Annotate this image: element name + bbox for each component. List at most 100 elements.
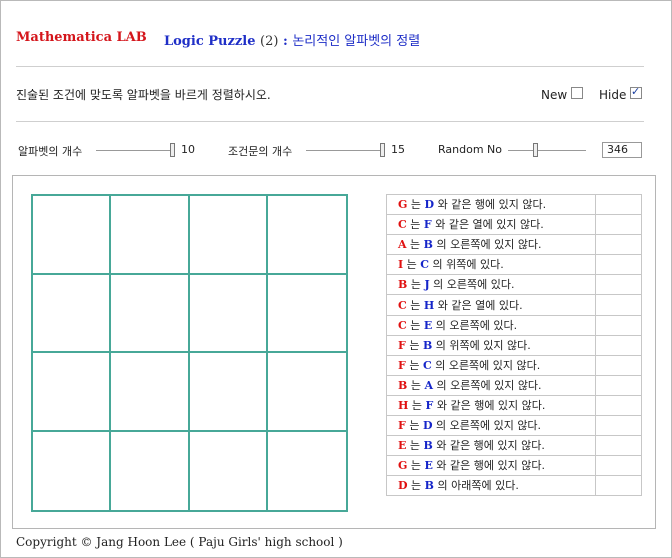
clue-connector: 는 [410, 218, 421, 232]
clue-row: F 는 B 의 위쪽에 있지 않다. [386, 334, 642, 356]
clue-check-cell [595, 334, 642, 356]
clue-object: D [424, 198, 435, 212]
grid-cell[interactable] [267, 353, 346, 432]
clue-text: A 는 B 의 오른쪽에 있지 않다. [386, 234, 596, 256]
divider [16, 121, 644, 122]
clue-check-cell [595, 415, 642, 437]
clue-check-cell [595, 214, 642, 236]
clue-object: B [424, 479, 434, 493]
clue-subject: G [398, 198, 408, 212]
instruction-text: 진술된 조건에 맞도록 알파벳을 바르게 정렬하시오. [16, 88, 271, 102]
random-no-label: Random No [438, 143, 502, 156]
new-checkbox[interactable] [571, 87, 583, 99]
clue-connector: 는 [410, 198, 422, 212]
clue-subject: G [398, 459, 408, 473]
brand-title: Mathematica LAB [16, 30, 147, 45]
clue-text: B 는 J 의 오른쪽에 있다. [386, 274, 596, 296]
clue-check-cell [595, 274, 642, 296]
clue-relation: 의 오른쪽에 있지 않다. [436, 378, 542, 392]
grid-cell[interactable] [189, 196, 268, 275]
clue-row: D 는 B 의 아래쪽에 있다. [386, 475, 642, 497]
clue-check-cell [595, 374, 642, 396]
clue-relation: 와 같은 열에 있지 않다. [435, 218, 544, 232]
clue-connector: 는 [410, 238, 421, 252]
clue-row: E 는 B 와 같은 행에 있지 않다. [386, 435, 642, 457]
grid-cell[interactable] [268, 432, 346, 511]
grid-cell[interactable] [111, 353, 190, 432]
clue-subject: F [398, 338, 406, 352]
clue-check-cell [595, 314, 642, 336]
clue-check-cell [595, 435, 642, 457]
clue-object: D [422, 419, 433, 433]
condition-count-slider-thumb[interactable] [380, 143, 385, 157]
clue-text: H 는 F 와 같은 행에 있지 않다. [386, 394, 596, 417]
random-no-slider-thumb[interactable] [533, 143, 538, 157]
clue-text: D 는 B 의 아래쪽에 있다. [386, 475, 596, 497]
clue-subject: F [398, 358, 406, 372]
clue-object: C [420, 258, 430, 272]
clue-object: E [424, 459, 433, 473]
grid-cell[interactable] [33, 353, 112, 432]
alphabet-count-slider-thumb[interactable] [170, 143, 175, 157]
clue-check-cell [595, 234, 642, 256]
puzzle-grid [31, 194, 348, 512]
clue-connector: 는 [411, 479, 422, 493]
clue-row: F 는 D 의 오른쪽에 있지 않다. [386, 415, 642, 437]
clue-relation: 와 같은 행에 있지 않다. [437, 198, 547, 212]
clue-subject: F [398, 419, 406, 433]
clue-subject: C [398, 298, 407, 312]
clue-object: C [422, 358, 432, 372]
clue-check-cell [595, 455, 642, 477]
divider [16, 66, 644, 67]
clue-connector: 는 [410, 298, 421, 312]
alphabet-count-value: 10 [181, 143, 195, 156]
clue-check-cell [595, 254, 642, 276]
clue-connector: 는 [410, 318, 421, 332]
clue-row: B 는 J 의 오른쪽에 있다. [386, 274, 642, 296]
grid-cell[interactable] [189, 353, 268, 432]
clue-row: B 는 A 의 오른쪽에 있지 않다. [386, 374, 642, 396]
grid-cell[interactable] [111, 196, 190, 275]
clue-check-cell [595, 354, 642, 376]
grid-cell[interactable] [267, 275, 346, 353]
clue-relation: 의 아래쪽에 있다. [437, 479, 519, 493]
clue-subject: A [398, 238, 407, 252]
grid-cell[interactable] [33, 274, 112, 353]
grid-cell[interactable] [33, 196, 112, 275]
random-no-slider-track[interactable] [508, 150, 586, 151]
clue-subject: H [398, 398, 409, 412]
clue-row: F 는 C 의 오른쪽에 있지 않다. [386, 354, 642, 376]
grid-cell[interactable] [267, 196, 346, 275]
clue-subject: E [398, 439, 407, 453]
clue-text: G 는 D 와 같은 행에 있지 않다. [386, 193, 596, 216]
clue-text: F 는 C 의 오른쪽에 있지 않다. [386, 354, 596, 376]
grid-cell[interactable] [189, 274, 268, 353]
clue-check-cell [595, 475, 642, 497]
grid-cell[interactable] [33, 431, 112, 510]
clue-object: F [423, 218, 432, 232]
condition-count-slider-track[interactable] [306, 150, 384, 151]
clue-text: F 는 B 의 위쪽에 있지 않다. [386, 334, 596, 356]
clue-text: C 는 F 와 같은 열에 있지 않다. [386, 214, 596, 236]
new-label: New [541, 88, 568, 102]
grid-cell[interactable] [111, 431, 190, 510]
clue-relation: 와 같은 열에 있다. [437, 298, 523, 312]
clue-table: G 는 D 와 같은 행에 있지 않다. C 는 F 와 같은 열에 있지 않다.… [386, 193, 642, 497]
clue-subject: D [398, 479, 408, 493]
clue-text: I 는 C 의 위쪽에 있다. [386, 254, 596, 276]
clue-subject: C [398, 218, 407, 232]
copyright-footer: Copyright © Jang Hoon Lee ( Paju Girls' … [16, 535, 343, 549]
clue-subject: B [398, 278, 408, 292]
condition-count-value: 15 [391, 143, 405, 156]
alphabet-count-slider-track[interactable] [96, 150, 174, 151]
clue-text: C 는 H 와 같은 열에 있다. [386, 294, 596, 316]
grid-cell[interactable] [190, 431, 268, 510]
clue-object: J [424, 278, 430, 292]
clue-row: H 는 F 와 같은 행에 있지 않다. [386, 394, 642, 417]
clue-connector: 는 [409, 358, 420, 372]
random-no-input[interactable]: 346 [602, 142, 642, 158]
clue-object: H [423, 298, 435, 312]
hide-checkbox[interactable] [630, 85, 642, 99]
clue-relation: 의 위쪽에 있지 않다. [435, 338, 531, 352]
grid-cell[interactable] [111, 274, 190, 353]
